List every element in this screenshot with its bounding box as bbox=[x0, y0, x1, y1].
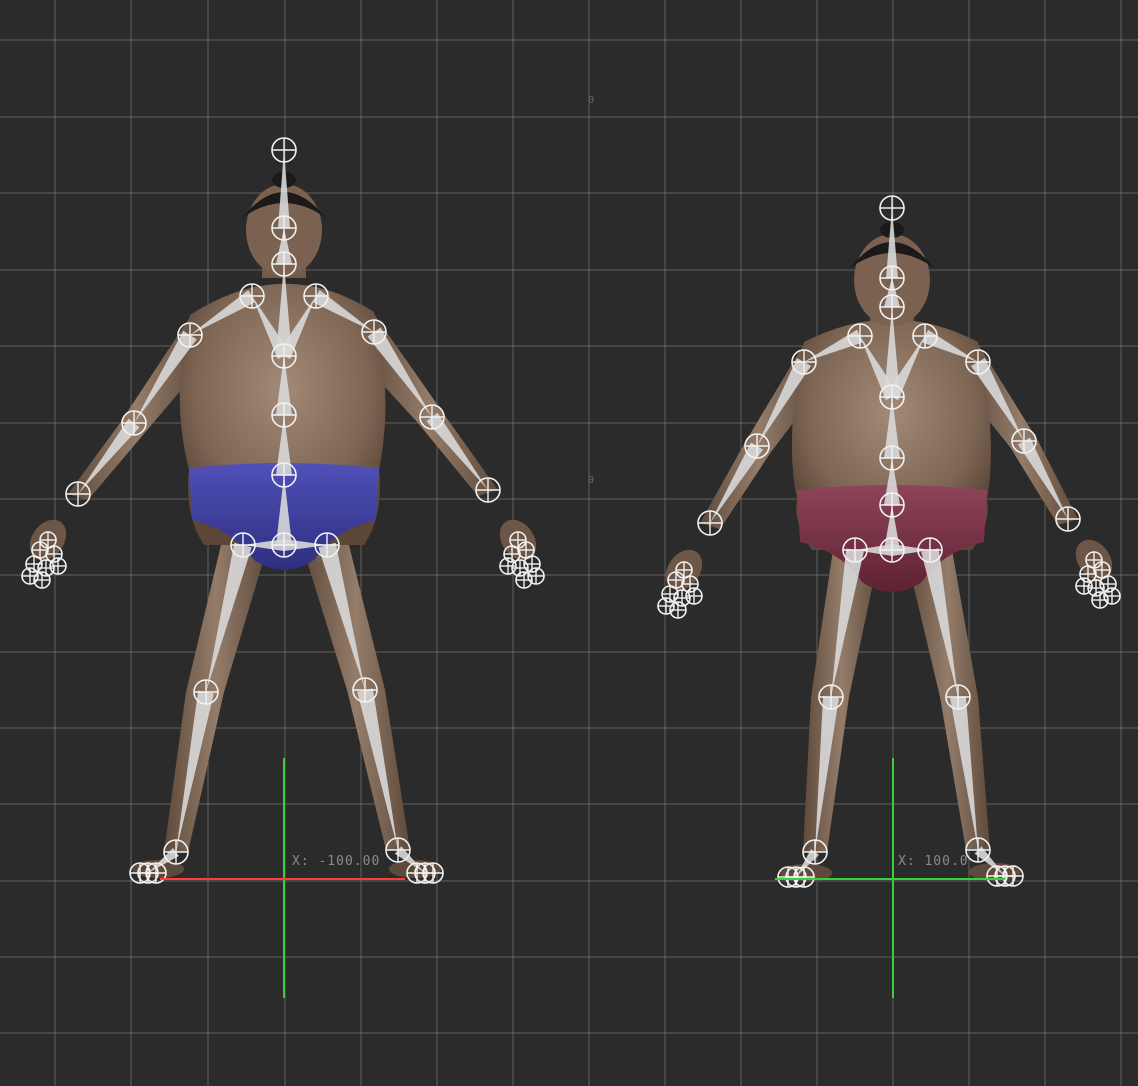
circle-cross-icon[interactable] bbox=[685, 587, 703, 605]
coordinate-readout-left: X: -100.00 bbox=[292, 854, 381, 869]
circle-cross-icon[interactable] bbox=[271, 402, 297, 428]
circle-cross-icon[interactable] bbox=[1011, 428, 1037, 454]
skeleton-bone bbox=[1017, 437, 1068, 519]
circle-cross-icon[interactable] bbox=[879, 294, 905, 320]
circle-cross-icon[interactable] bbox=[230, 532, 256, 558]
circle-cross-icon[interactable] bbox=[271, 215, 297, 241]
origin-marker-top: 0 bbox=[588, 95, 595, 106]
circle-cross-icon[interactable] bbox=[49, 557, 67, 575]
circle-cross-icon[interactable] bbox=[385, 837, 411, 863]
circle-cross-icon[interactable] bbox=[121, 410, 147, 436]
circle-cross-icon[interactable] bbox=[177, 322, 203, 348]
circle-cross-icon[interactable] bbox=[515, 571, 533, 589]
leg-right bbox=[905, 550, 990, 850]
circle-cross-icon[interactable] bbox=[271, 137, 297, 163]
circle-cross-icon[interactable] bbox=[912, 323, 938, 349]
circle-cross-icon[interactable] bbox=[791, 349, 817, 375]
circle-cross-icon[interactable] bbox=[422, 862, 444, 884]
circle-cross-icon[interactable] bbox=[33, 571, 51, 589]
circle-cross-icon[interactable] bbox=[419, 404, 445, 430]
circle-cross-icon[interactable] bbox=[1091, 591, 1109, 609]
circle-cross-icon[interactable] bbox=[65, 481, 91, 507]
sumo-wrestler-right[interactable] bbox=[657, 195, 1121, 888]
circle-cross-icon[interactable] bbox=[917, 537, 943, 563]
circle-cross-icon[interactable] bbox=[271, 462, 297, 488]
circle-cross-icon[interactable] bbox=[879, 537, 905, 563]
circle-cross-icon[interactable] bbox=[193, 679, 219, 705]
coordinate-readout-right: X: 100.0 bbox=[898, 854, 969, 869]
circle-cross-icon[interactable] bbox=[879, 445, 905, 471]
circle-cross-icon[interactable] bbox=[1055, 506, 1081, 532]
origin-marker-middle: 0 bbox=[588, 475, 595, 486]
circle-cross-icon[interactable] bbox=[879, 265, 905, 291]
circle-cross-icon[interactable] bbox=[818, 684, 844, 710]
circle-cross-icon[interactable] bbox=[842, 537, 868, 563]
skeleton-bone bbox=[78, 418, 140, 494]
circle-cross-icon[interactable] bbox=[475, 477, 501, 503]
circle-cross-icon[interactable] bbox=[879, 492, 905, 518]
circle-cross-icon[interactable] bbox=[1002, 865, 1024, 887]
circle-cross-icon[interactable] bbox=[163, 839, 189, 865]
circle-cross-icon[interactable] bbox=[303, 283, 329, 309]
circle-cross-icon[interactable] bbox=[879, 384, 905, 410]
circle-cross-icon[interactable] bbox=[879, 195, 905, 221]
circle-cross-icon[interactable] bbox=[271, 343, 297, 369]
circle-cross-icon[interactable] bbox=[669, 601, 687, 619]
circle-cross-icon[interactable] bbox=[965, 349, 991, 375]
circle-cross-icon[interactable] bbox=[697, 510, 723, 536]
circle-cross-icon[interactable] bbox=[352, 677, 378, 703]
circle-cross-icon[interactable] bbox=[793, 866, 815, 888]
3d-viewport[interactable]: 0 0 X: -100.00 X: 100.0 bbox=[0, 0, 1138, 1086]
circle-cross-icon[interactable] bbox=[499, 557, 517, 575]
circle-cross-icon[interactable] bbox=[945, 684, 971, 710]
circle-cross-icon[interactable] bbox=[314, 532, 340, 558]
skeleton-bone bbox=[426, 412, 488, 490]
circle-cross-icon[interactable] bbox=[239, 283, 265, 309]
circle-cross-icon[interactable] bbox=[1075, 577, 1093, 595]
circle-cross-icon[interactable] bbox=[361, 319, 387, 345]
circle-cross-icon[interactable] bbox=[847, 323, 873, 349]
skeleton-bone bbox=[710, 442, 763, 523]
circle-cross-icon[interactable] bbox=[271, 251, 297, 277]
circle-cross-icon[interactable] bbox=[271, 532, 297, 558]
viewport-canvas[interactable] bbox=[0, 0, 1138, 1086]
circle-cross-icon[interactable] bbox=[802, 839, 828, 865]
circle-cross-icon[interactable] bbox=[744, 433, 770, 459]
circle-cross-icon[interactable] bbox=[965, 837, 991, 863]
